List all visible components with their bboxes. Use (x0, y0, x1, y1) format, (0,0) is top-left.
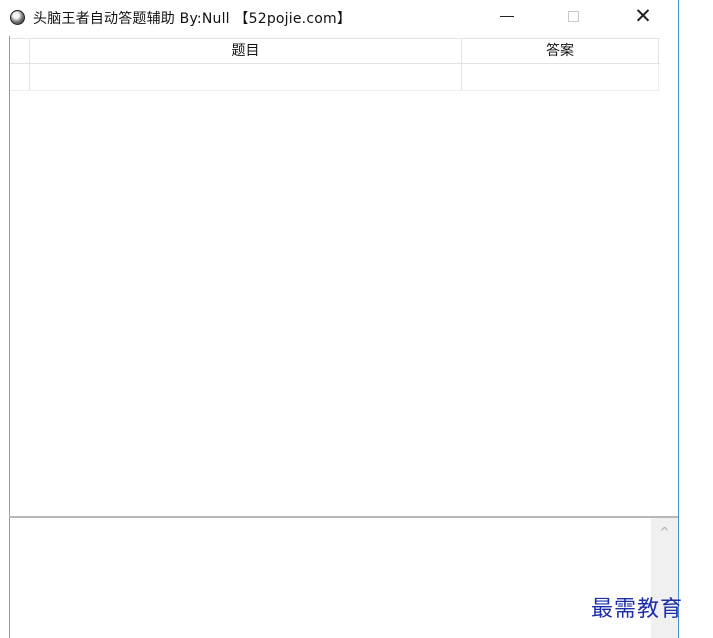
column-header-question[interactable]: 题目 (30, 39, 462, 63)
maximize-icon (567, 10, 579, 22)
minimize-button[interactable] (484, 0, 530, 32)
answer-cell[interactable] (462, 64, 659, 90)
close-icon: ✕ (634, 3, 652, 28)
question-answer-grid[interactable]: 题目 答案 (9, 36, 678, 516)
row-selector-header[interactable] (10, 39, 30, 63)
row-selector[interactable] (10, 64, 30, 90)
main-window: 头脑王者自动答题辅助 By:Null 【52pojie.com】 ✕ 题目 答案… (0, 0, 679, 638)
maximize-button[interactable] (550, 0, 596, 32)
app-icon (10, 10, 25, 25)
minimize-icon (500, 15, 514, 17)
watermark-text: 最需教育 (591, 597, 684, 622)
desktop-background (679, 0, 713, 638)
close-button[interactable]: ✕ (620, 0, 666, 32)
column-header-answer[interactable]: 答案 (462, 39, 659, 63)
log-textbox[interactable]: ^ (9, 518, 678, 638)
grid-header: 题目 答案 (10, 38, 660, 64)
question-cell[interactable] (30, 64, 462, 90)
title-bar[interactable]: 头脑王者自动答题辅助 By:Null 【52pojie.com】 ✕ (0, 0, 678, 34)
table-row[interactable] (10, 64, 660, 91)
scroll-up-arrow-icon[interactable]: ^ (651, 522, 678, 542)
window-title: 头脑王者自动答题辅助 By:Null 【52pojie.com】 (33, 11, 352, 27)
